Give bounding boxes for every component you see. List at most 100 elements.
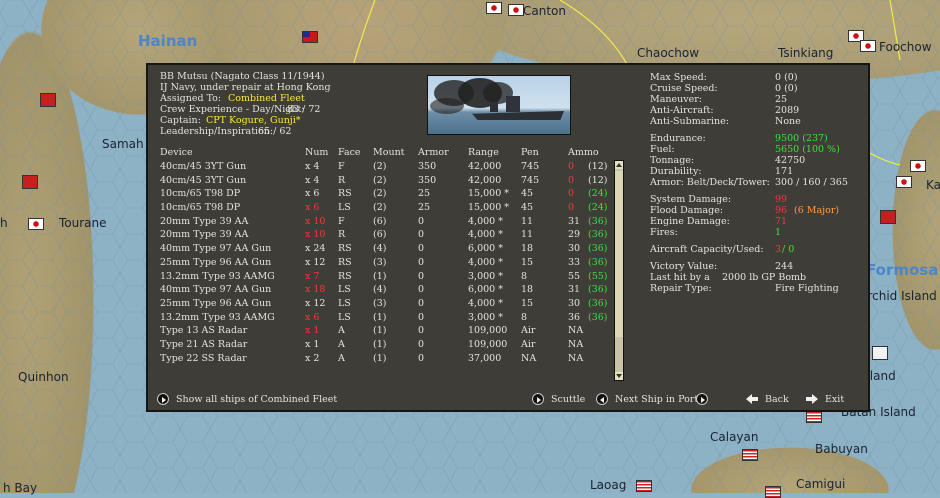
device-row[interactable]: Type 13 AS Radar x 1 A (1) 0 109,000 Air NA bbox=[160, 324, 618, 338]
japan-flag-icon[interactable] bbox=[28, 218, 44, 230]
device-face: LS bbox=[338, 297, 351, 309]
device-row[interactable]: 13.2mm Type 93 AAMG x 7 RS (1) 0 3,000 * 8 55 (5… bbox=[160, 269, 618, 283]
device-ammo: 36 bbox=[568, 311, 581, 323]
exit-button[interactable]: Exit bbox=[825, 394, 844, 405]
japan-flag-icon[interactable] bbox=[896, 176, 912, 188]
device-pen: 15 bbox=[521, 256, 534, 268]
stat-value: 2000 lb GP Bomb bbox=[722, 272, 807, 283]
device-row[interactable]: 25mm Type 96 AA Gun x 12 LS (3) 0 4,000 * 15 30… bbox=[160, 297, 618, 311]
device-mount: (1) bbox=[373, 338, 387, 350]
device-range: 42,000 bbox=[468, 161, 502, 173]
device-row[interactable]: 10cm/65 T98 DP x 6 RS (2) 25 15,000 * 45 0 (24) bbox=[160, 187, 618, 201]
device-row[interactable]: 40mm Type 97 AA Gun x 18 LS (4) 0 6,000 * 18 31… bbox=[160, 283, 618, 297]
device-name: 10cm/65 T98 DP bbox=[160, 188, 241, 200]
map-label-calayan: Calayan bbox=[710, 430, 759, 444]
scroll-thumb[interactable] bbox=[615, 171, 623, 337]
device-ammo: 0 bbox=[568, 161, 575, 173]
ship-detail-panel: BB Mutsu (Nagato Class 11/1944) IJ Navy,… bbox=[146, 63, 870, 412]
map-label-hainan: Hainan bbox=[138, 32, 198, 50]
device-armor: 350 bbox=[418, 174, 437, 186]
crew-experience-label: Crew Experience - Day/Night: bbox=[160, 104, 305, 115]
device-row[interactable]: 40cm/45 3YT Gun x 4 F (2) 350 42,000 745 0 (12) bbox=[160, 160, 618, 174]
device-face: A bbox=[338, 325, 345, 337]
exit-arrow-icon[interactable] bbox=[806, 393, 818, 405]
col-device: Device bbox=[160, 147, 193, 159]
stat-label: Flood Damage: bbox=[650, 205, 724, 216]
map-label-samah: Samah bbox=[102, 137, 144, 151]
device-name: 13.2mm Type 93 AAMG bbox=[160, 311, 275, 323]
ship-status: IJ Navy, under repair at Hong Kong bbox=[160, 82, 331, 93]
japan-flag-icon[interactable] bbox=[860, 40, 876, 52]
show-all-ships-icon[interactable] bbox=[157, 393, 169, 405]
captain-link[interactable]: CPT Kogure, Gunji* bbox=[206, 115, 301, 126]
stat-label: Fires: bbox=[650, 227, 678, 238]
back-arrow-icon[interactable] bbox=[746, 393, 758, 405]
scroll-down-arrow-icon[interactable] bbox=[615, 372, 623, 380]
device-row[interactable]: 40mm Type 97 AA Gun x 24 RS (4) 0 6,000 * 18 30… bbox=[160, 242, 618, 256]
us-flag-icon[interactable] bbox=[742, 449, 758, 461]
stat-label: Last hit by a bbox=[650, 272, 710, 283]
device-row[interactable]: 25mm Type 96 AA Gun x 12 RS (3) 0 4,000 * 15 33… bbox=[160, 256, 618, 270]
stat-label: Victory Value: bbox=[650, 261, 718, 272]
japan-flag-icon[interactable] bbox=[508, 4, 524, 16]
device-face: LS bbox=[338, 284, 351, 296]
device-name: 20mm Type 39 AA bbox=[160, 229, 249, 241]
device-face: A bbox=[338, 352, 345, 364]
unit-counter-icon[interactable] bbox=[40, 93, 56, 107]
device-ammo: 31 bbox=[568, 284, 581, 296]
device-ammo: NA bbox=[568, 338, 584, 350]
japan-flag-icon[interactable] bbox=[910, 160, 926, 172]
device-name: 40cm/45 3YT Gun bbox=[160, 174, 247, 186]
stat-value: 1 bbox=[775, 227, 782, 238]
device-face: A bbox=[338, 338, 345, 350]
show-all-ships-button[interactable]: Show all ships of Combined Fleet bbox=[176, 394, 337, 405]
map-label-quinhon: Quinhon bbox=[18, 370, 69, 384]
device-mount: (4) bbox=[373, 243, 387, 255]
china-flag-icon[interactable] bbox=[302, 31, 318, 43]
unit-counter-icon[interactable] bbox=[880, 210, 896, 224]
back-button[interactable]: Back bbox=[765, 394, 789, 405]
device-row[interactable]: 20mm Type 39 AA x 10 F (6) 0 4,000 * 11 31 (36) bbox=[160, 214, 618, 228]
device-pen: 45 bbox=[521, 202, 534, 214]
device-list-scrollbar[interactable] bbox=[614, 160, 624, 381]
device-mount: (6) bbox=[373, 215, 387, 227]
us-flag-icon[interactable] bbox=[806, 411, 822, 423]
device-pen: 15 bbox=[521, 297, 534, 309]
device-range: 6,000 * bbox=[468, 243, 503, 255]
scuttle-button[interactable]: Scuttle bbox=[551, 394, 585, 405]
stat-value-secondary: / 0 bbox=[782, 244, 795, 255]
device-armor: 0 bbox=[418, 297, 425, 309]
device-row[interactable]: Type 21 AS Radar x 1 A (1) 0 109,000 Air NA bbox=[160, 338, 618, 352]
scuttle-icon[interactable] bbox=[532, 393, 544, 405]
device-row[interactable]: 10cm/65 T98 DP x 6 LS (2) 25 15,000 * 45 0 (24) bbox=[160, 201, 618, 215]
device-num: x 6 bbox=[305, 311, 320, 323]
device-range: 42,000 bbox=[468, 174, 502, 186]
device-mount: (2) bbox=[373, 161, 387, 173]
stat-value: 0 (0) bbox=[775, 83, 798, 94]
device-pen: 745 bbox=[521, 174, 540, 186]
device-name: 25mm Type 96 AA Gun bbox=[160, 256, 272, 268]
us-flag-icon[interactable] bbox=[636, 480, 652, 492]
device-row[interactable]: Type 22 SS Radar x 2 A (1) 0 37,000 NA NA bbox=[160, 351, 618, 365]
assigned-fleet-link[interactable]: Combined Fleet bbox=[228, 93, 305, 104]
device-face: RS bbox=[338, 256, 352, 268]
device-row[interactable]: 13.2mm Type 93 AAMG x 6 LS (1) 0 3,000 * 8 36 (3… bbox=[160, 310, 618, 324]
device-armor: 0 bbox=[418, 311, 425, 323]
device-name: Type 21 AS Radar bbox=[160, 338, 248, 350]
device-row[interactable]: 20mm Type 39 AA x 10 R (6) 0 4,000 * 11 29 (36) bbox=[160, 228, 618, 242]
device-face: RS bbox=[338, 243, 352, 255]
device-ammo: NA bbox=[568, 352, 584, 364]
unit-counter-icon[interactable] bbox=[872, 346, 888, 360]
device-row[interactable]: 40cm/45 3YT Gun x 4 R (2) 350 42,000 745 0 (12) bbox=[160, 173, 618, 187]
device-armor: 0 bbox=[418, 325, 425, 337]
device-table-header: Device Num Face Mount Armor Range Pen Am… bbox=[160, 146, 618, 160]
unit-counter-icon[interactable] bbox=[22, 175, 38, 189]
device-ammo: 0 bbox=[568, 202, 575, 214]
previous-ship-icon[interactable] bbox=[596, 393, 608, 405]
next-ship-icon[interactable] bbox=[696, 393, 708, 405]
us-flag-icon[interactable] bbox=[765, 486, 781, 498]
scroll-up-arrow-icon[interactable] bbox=[615, 161, 623, 169]
stat-label: Armor: Belt/Deck/Tower: bbox=[650, 177, 770, 188]
japan-flag-icon[interactable] bbox=[486, 2, 502, 14]
device-num: x 7 bbox=[305, 270, 320, 282]
